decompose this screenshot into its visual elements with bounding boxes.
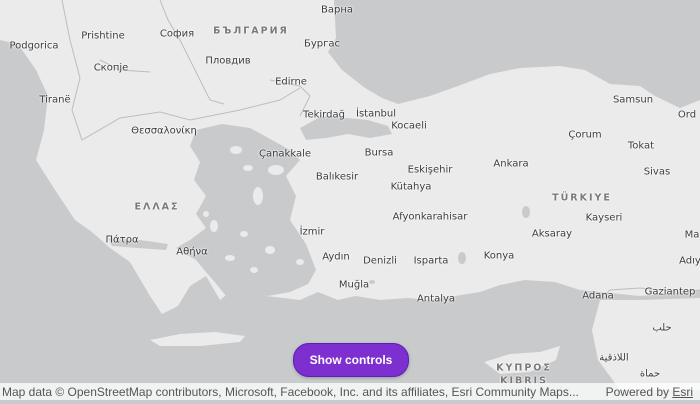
country-label-turkey: TÜRKIYE [552,192,612,204]
city-label-tirane: Tiranë [39,94,71,106]
city-label-bursa: Bursa [364,147,394,159]
city-label-sofia: София [159,28,195,40]
city-label-athina: Αθήνα [176,246,208,258]
country-label-greece: ΕΛΛΑΣ [134,201,180,213]
city-label-burgas: Бургас [303,38,341,50]
city-label-sivas: Sivas [643,166,671,178]
city-label-podgorica: Podgorica [9,40,59,52]
city-label-tokat: Tokat [627,140,655,152]
city-label-malatya: Ma [684,229,700,241]
map-view[interactable]: БЪЛГАРИЯ ΕΛΛΑΣ TÜRKIYE ΚΥΠΡΟΣ KIBRIS Вар… [0,0,700,400]
city-label-canakkale: Çanakkale [258,148,312,160]
city-label-tekirdag: Tekirdağ [303,109,345,121]
city-label-afyonkarahisar: Afyonkarahisar [392,211,468,223]
city-label-gaziantep: Gaziantep [644,286,696,298]
city-label-adana: Adana [582,290,614,302]
city-label-balikesir: Balıkesir [315,171,359,183]
city-label-patra: Πάτρα [105,234,139,246]
city-label-aydin: Aydın [322,251,350,263]
city-label-kayseri: Kayseri [585,212,623,224]
city-label-corum: Çorum [568,129,602,141]
country-label-bulgaria: БЪЛГАРИЯ [213,25,289,37]
city-label-izmir: İzmir [299,226,325,238]
city-label-antalya: Antalya [416,293,456,305]
powered-by-prefix: Powered by [605,384,673,399]
country-label-cyprus: ΚΥΠΡΟΣ [496,362,552,374]
city-label-ankara: Ankara [493,158,529,170]
show-controls-button[interactable]: Show controls [293,343,409,377]
city-label-skopje: Скопје [93,62,129,74]
city-label-kutahya: Kütahya [390,181,432,193]
city-label-adiyaman: Adıy [679,255,700,267]
city-label-halab: حلب [652,322,672,334]
esri-link[interactable]: Esri [672,385,693,399]
city-label-prishtine: Prishtine [81,30,125,42]
city-label-plovdiv: Пловдив [205,55,251,67]
city-label-konya: Konya [483,250,515,262]
city-label-kocaeli: Kocaeli [391,120,427,132]
city-label-istanbul: İstanbul [355,108,397,120]
city-label-isparta: Isparta [413,255,449,267]
powered-by: Powered by Esri [606,385,693,399]
city-label-thessaloniki: Θεσσαλονίκη [131,125,197,137]
city-label-edirne: Edirne [275,76,307,88]
city-label-aksaray: Aksaray [531,228,573,240]
city-label-ordu: Ord [677,109,697,121]
city-label-mugla: Muğla [338,279,370,291]
city-label-samsun: Samsun [612,94,654,106]
city-label-varna: Варна [320,4,354,16]
attribution-bar: Map data © OpenStreetMap contributors, M… [0,383,700,400]
city-label-ladhiqiyah: اللاذقية [599,352,629,364]
city-label-hama: حماة [639,368,661,380]
attribution-text: Map data © OpenStreetMap contributors, M… [2,384,579,399]
city-label-denizli: Denizli [363,255,397,267]
city-label-eskisehir: Eskişehir [407,164,453,176]
